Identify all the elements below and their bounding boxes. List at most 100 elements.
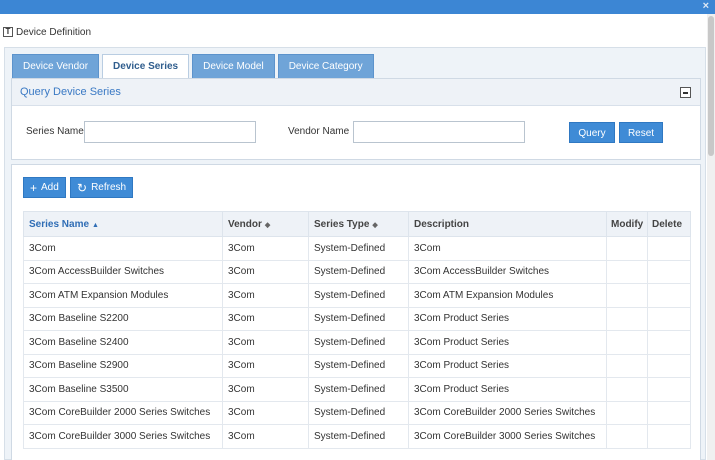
cell-delete[interactable]	[647, 353, 691, 378]
column-header-delete: Delete	[647, 211, 691, 237]
vertical-scrollbar[interactable]	[707, 14, 715, 460]
cell-series-type: System-Defined	[308, 306, 409, 331]
refresh-button-label: Refresh	[91, 182, 127, 193]
sort-icon: ◆	[264, 221, 271, 229]
table-row[interactable]: 3Com 3Com System-Defined 3Com	[23, 236, 691, 261]
query-panel: Query Device Series Series Name Vendor N…	[11, 78, 701, 160]
cell-vendor: 3Com	[222, 424, 309, 449]
cell-series-type: System-Defined	[308, 330, 409, 355]
cell-description: 3Com AccessBuilder Switches	[408, 259, 607, 284]
table-row[interactable]: 3Com Baseline S2200 3Com System-Defined …	[23, 306, 691, 331]
add-button[interactable]: + Add	[23, 177, 66, 198]
column-header-vendor[interactable]: Vendor ◆	[222, 211, 309, 237]
query-panel-header: Query Device Series	[12, 79, 700, 106]
column-header-description[interactable]: Description	[408, 211, 607, 237]
cell-modify[interactable]	[606, 306, 648, 331]
device-series-table: Series Name ▲ Vendor ◆ Series Type ◆ Descri…	[23, 211, 691, 449]
cell-series-name: 3Com CoreBuilder 2000 Series Switches	[23, 400, 223, 425]
series-list-panel: + Add ↻ Refresh Series Name ▲ Vendor ◆ Ser…	[11, 164, 701, 460]
cell-series-type: System-Defined	[308, 424, 409, 449]
cell-modify[interactable]	[606, 400, 648, 425]
cell-vendor: 3Com	[222, 283, 309, 308]
table-header-row: Series Name ▲ Vendor ◆ Series Type ◆ Descri…	[23, 211, 691, 237]
cell-modify[interactable]	[606, 424, 648, 449]
cell-delete[interactable]	[647, 306, 691, 331]
table-row[interactable]: 3Com Baseline S2900 3Com System-Defined …	[23, 353, 691, 378]
sort-ascending-icon: ▲	[92, 221, 99, 229]
vendor-name-input[interactable]	[353, 121, 525, 143]
table-row[interactable]: 3Com CoreBuilder 3000 Series Switches 3C…	[23, 424, 691, 449]
tab-device-category[interactable]: Device Category	[277, 54, 374, 78]
cell-vendor: 3Com	[222, 330, 309, 355]
dialog-title: T Device Definition	[3, 25, 91, 39]
cell-series-type: System-Defined	[308, 377, 409, 402]
cell-vendor: 3Com	[222, 353, 309, 378]
window-title-bar: ×	[0, 0, 715, 14]
cell-modify[interactable]	[606, 236, 648, 261]
table-row[interactable]: 3Com ATM Expansion Modules 3Com System-D…	[23, 283, 691, 308]
collapse-icon[interactable]	[680, 87, 691, 98]
cell-vendor: 3Com	[222, 259, 309, 284]
cell-modify[interactable]	[606, 259, 648, 284]
cell-delete[interactable]	[647, 400, 691, 425]
query-panel-title: Query Device Series	[20, 86, 121, 98]
cell-delete[interactable]	[647, 259, 691, 284]
refresh-button[interactable]: ↻ Refresh	[70, 177, 134, 198]
cell-series-name: 3Com AccessBuilder Switches	[23, 259, 223, 284]
table-row[interactable]: 3Com CoreBuilder 2000 Series Switches 3C…	[23, 400, 691, 425]
cell-modify[interactable]	[606, 353, 648, 378]
series-name-input[interactable]	[84, 121, 256, 143]
cell-description: 3Com	[408, 236, 607, 261]
cell-modify[interactable]	[606, 283, 648, 308]
reset-button[interactable]: Reset	[619, 122, 663, 143]
cell-delete[interactable]	[647, 283, 691, 308]
cell-description: 3Com CoreBuilder 2000 Series Switches	[408, 400, 607, 425]
cell-delete[interactable]	[647, 424, 691, 449]
cell-vendor: 3Com	[222, 236, 309, 261]
cell-series-name: 3Com Baseline S3500	[23, 377, 223, 402]
cell-series-type: System-Defined	[308, 353, 409, 378]
cell-series-type: System-Defined	[308, 283, 409, 308]
table-row[interactable]: 3Com Baseline S2400 3Com System-Defined …	[23, 330, 691, 355]
cell-delete[interactable]	[647, 330, 691, 355]
plus-icon: +	[30, 180, 38, 195]
cell-modify[interactable]	[606, 330, 648, 355]
cell-series-name: 3Com Baseline S2400	[23, 330, 223, 355]
cell-series-type: System-Defined	[308, 236, 409, 261]
cell-vendor: 3Com	[222, 400, 309, 425]
cell-description: 3Com Product Series	[408, 330, 607, 355]
cell-description: 3Com ATM Expansion Modules	[408, 283, 607, 308]
cell-series-name: 3Com Baseline S2900	[23, 353, 223, 378]
add-button-label: Add	[41, 182, 59, 193]
column-header-series-name[interactable]: Series Name ▲	[23, 211, 223, 237]
table-row[interactable]: 3Com AccessBuilder Switches 3Com System-…	[23, 259, 691, 284]
cell-modify[interactable]	[606, 377, 648, 402]
cell-series-name: 3Com	[23, 236, 223, 261]
refresh-icon: ↻	[77, 180, 88, 195]
close-icon[interactable]: ×	[703, 0, 709, 12]
dialog-type-icon: T	[3, 27, 13, 37]
vendor-name-label: Vendor Name	[288, 126, 350, 137]
cell-description: 3Com Product Series	[408, 353, 607, 378]
series-name-label: Series Name	[26, 126, 84, 137]
cell-description: 3Com Product Series	[408, 377, 607, 402]
column-header-modify: Modify	[606, 211, 648, 237]
tab-device-model[interactable]: Device Model	[192, 54, 275, 78]
tab-bar: Device Vendor Device Series Device Model…	[12, 54, 377, 79]
tab-device-vendor[interactable]: Device Vendor	[12, 54, 100, 78]
column-header-series-type[interactable]: Series Type ◆	[308, 211, 409, 237]
cell-vendor: 3Com	[222, 306, 309, 331]
cell-description: 3Com Product Series	[408, 306, 607, 331]
dialog-body: Device Vendor Device Series Device Model…	[4, 47, 706, 460]
cell-delete[interactable]	[647, 377, 691, 402]
cell-vendor: 3Com	[222, 377, 309, 402]
dialog-title-text: Device Definition	[16, 26, 92, 38]
scrollbar-thumb[interactable]	[708, 16, 714, 156]
query-button[interactable]: Query	[569, 122, 615, 143]
table-row[interactable]: 3Com Baseline S3500 3Com System-Defined …	[23, 377, 691, 402]
cell-delete[interactable]	[647, 236, 691, 261]
cell-series-name: 3Com Baseline S2200	[23, 306, 223, 331]
cell-series-type: System-Defined	[308, 259, 409, 284]
tab-device-series[interactable]: Device Series	[102, 54, 190, 79]
cell-series-type: System-Defined	[308, 400, 409, 425]
